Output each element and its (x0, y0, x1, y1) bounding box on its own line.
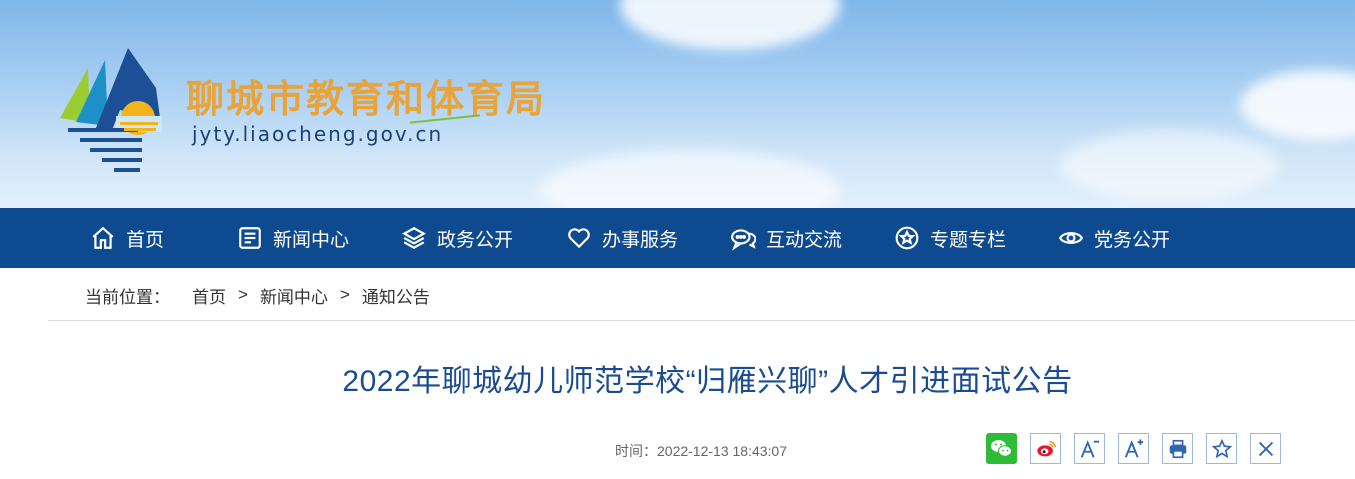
print-button[interactable] (1162, 433, 1193, 464)
breadcrumb-link-notices[interactable]: 通知公告 (362, 283, 430, 308)
wechat-share-icon (986, 433, 1017, 464)
article-toolbar (986, 433, 1281, 464)
main-nav: 首页 新闻中心 政务公开 办事服务 互动交流 专题专栏 党务公开 (0, 208, 1355, 268)
heart-icon (568, 228, 590, 249)
weibo-share-button[interactable] (1030, 433, 1061, 464)
font-decrease-button[interactable] (1074, 433, 1105, 464)
nav-item-interaction[interactable]: 互动交流 (730, 208, 842, 268)
publish-time-label: 时间： (615, 443, 657, 459)
breadcrumb-link-home[interactable]: 首页 (192, 283, 226, 308)
nav-item-label: 专题专栏 (930, 229, 1007, 251)
breadcrumb-separator: > (339, 285, 350, 304)
nav-item-label: 党务公开 (1094, 229, 1171, 251)
breadcrumb-link-news[interactable]: 新闻中心 (260, 283, 328, 308)
cloud-decoration (620, 0, 840, 50)
font-decrease-icon (1080, 439, 1099, 458)
home-icon (92, 226, 114, 249)
article-title: 2022年聊城幼儿师范学校“归雁兴聊”人才引进面试公告 (342, 365, 1073, 398)
print-icon (1169, 439, 1186, 458)
cloud-decoration (540, 150, 840, 208)
nav-item-label: 首页 (126, 229, 165, 251)
eye-icon (1058, 232, 1084, 244)
nav-item-home[interactable]: 首页 (90, 208, 164, 268)
article-meta: 时间：2022-12-13 18:43:07 (615, 441, 787, 461)
news-icon (239, 227, 261, 249)
wechat-share-button[interactable] (986, 433, 1017, 464)
favorite-icon (1211, 438, 1232, 458)
weibo-share-icon (1036, 440, 1056, 456)
font-increase-button[interactable] (1118, 433, 1149, 464)
cloud-decoration (1240, 70, 1355, 140)
nav-item-government-affairs[interactable]: 政务公开 (401, 208, 513, 268)
nav-item-label: 办事服务 (602, 229, 679, 251)
cloud-decoration (1060, 130, 1280, 200)
close-icon (1258, 441, 1273, 456)
nav-item-label: 互动交流 (766, 229, 843, 251)
site-url: jyty.liaocheng.gov.cn (192, 122, 444, 146)
close-button[interactable] (1250, 433, 1281, 464)
nav-item-party-affairs[interactable]: 党务公开 (1058, 208, 1170, 268)
header-banner: 聊城市教育和体育局 jyty.liaocheng.gov.cn (0, 0, 1355, 208)
star-circle-icon (895, 226, 919, 250)
font-increase-icon (1124, 438, 1143, 458)
nav-item-label: 新闻中心 (273, 229, 350, 251)
site-title: 聊城市教育和体育局 (186, 79, 547, 121)
content-divider (48, 320, 1355, 321)
nav-item-services[interactable]: 办事服务 (566, 208, 678, 268)
publish-time-value: 2022-12-13 18:43:07 (657, 443, 787, 459)
breadcrumb-separator: > (238, 285, 248, 304)
nav-item-label: 政务公开 (437, 229, 514, 251)
chat-icon (731, 229, 756, 251)
layers-icon (402, 227, 426, 249)
nav-item-news[interactable]: 新闻中心 (237, 208, 349, 268)
favorite-button[interactable] (1206, 433, 1237, 464)
nav-item-special-topics[interactable]: 专题专栏 (894, 208, 1006, 268)
breadcrumb: 当前位置： 首页 > 新闻中心 > 通知公告 (85, 283, 430, 308)
breadcrumb-prefix: 当前位置： (85, 287, 170, 307)
bureau-logo-icon (60, 48, 162, 172)
